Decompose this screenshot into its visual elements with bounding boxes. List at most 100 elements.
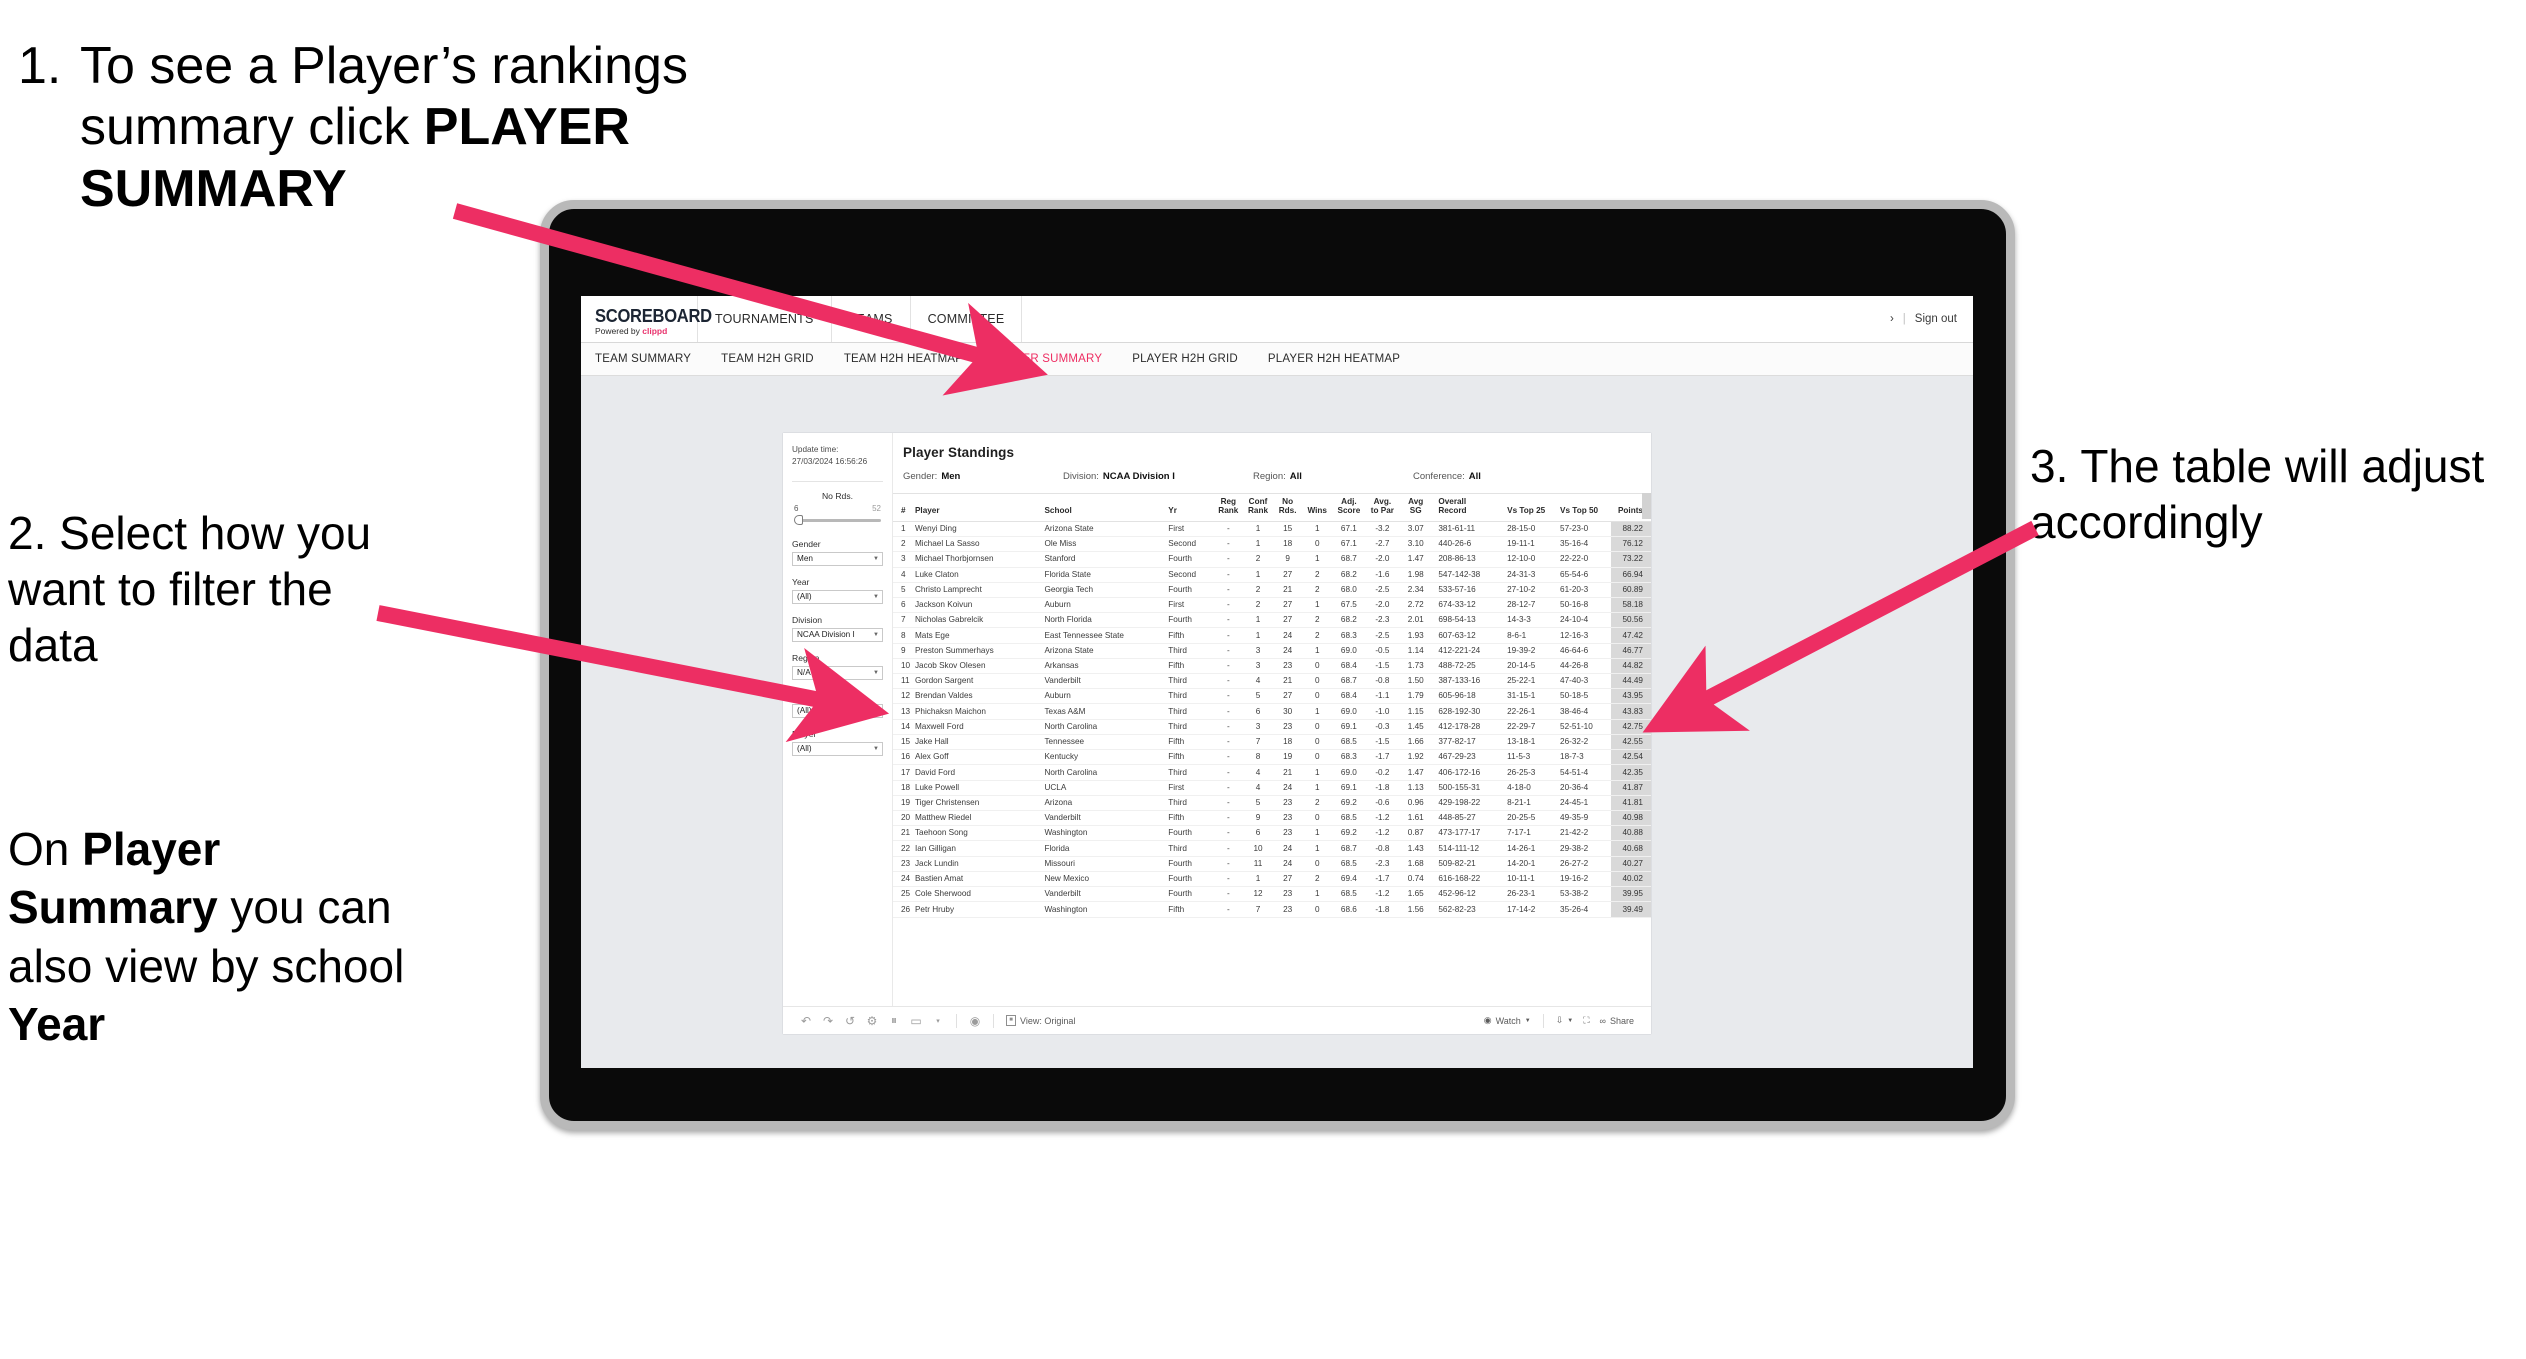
filter-region-select[interactable]: N/A ▼ bbox=[792, 665, 883, 680]
table-row[interactable]: 19 Tiger Christensen Arizona Third -5 23 2 69.2… bbox=[893, 795, 1651, 812]
col-header-avg_to_par[interactable]: Avg. to Par bbox=[1365, 493, 1400, 522]
col-header-player[interactable]: Player bbox=[912, 493, 1043, 522]
cell-vs_top25: 4-18-0 bbox=[1505, 780, 1559, 796]
table-row[interactable]: 1 Wenyi Ding Arizona State First -1 15 1 67.1 -3… bbox=[893, 521, 1651, 538]
table-row[interactable]: 10 Jacob Skov Olesen Arkansas Fifth -3 23 0 68.… bbox=[893, 658, 1651, 675]
cell-player: Michael La Sasso bbox=[912, 536, 1043, 553]
cell-wins: 2 bbox=[1302, 627, 1333, 644]
col-header-adj_score[interactable]: Adj. Score bbox=[1332, 493, 1366, 522]
table-row[interactable]: 3 Michael Thorbjornsen Stanford Fourth -2 9 1 6… bbox=[893, 551, 1651, 568]
table-row[interactable]: 13 Phichaksn Maichon Texas A&M Third -6 30 1 69… bbox=[893, 703, 1651, 720]
filter-player-select[interactable]: (All) ▼ bbox=[792, 741, 883, 756]
show-hide-cards-icon[interactable]: ◉ bbox=[964, 1014, 986, 1028]
table-row[interactable]: 23 Jack Lundin Missouri Fourth -11 24 0 68.5 -2.… bbox=[893, 856, 1651, 872]
table-scrollbar[interactable] bbox=[1642, 493, 1651, 519]
table-row[interactable]: 25 Cole Sherwood Vanderbilt Fourth -12 23 1 68.… bbox=[893, 886, 1651, 903]
tab-player-h2h-heatmap[interactable]: PLAYER H2H HEATMAP bbox=[1253, 353, 1415, 365]
cell-conf_rank: 6 bbox=[1243, 703, 1273, 720]
tab-team-h2h-heatmap[interactable]: TEAM H2H HEATMAP bbox=[829, 353, 978, 365]
cell-wins: 2 bbox=[1302, 567, 1333, 583]
table-row[interactable]: 18 Luke Powell UCLA First -4 24 1 69.1 -1.8 1.13 5… bbox=[893, 780, 1651, 796]
col-header-no_rds[interactable]: No Rds. bbox=[1272, 493, 1303, 522]
cell-avg_to_par: -1.1 bbox=[1365, 688, 1400, 705]
cell-player: Brendan Valdes bbox=[912, 688, 1043, 705]
cell-vs_top25: 17-14-2 bbox=[1505, 901, 1559, 918]
table-row[interactable]: 22 Ian Gilligan Florida Third -10 24 1 68.7 -0.8… bbox=[893, 840, 1651, 857]
table-row[interactable]: 14 Maxwell Ford North Carolina Third -3 23 0 69… bbox=[893, 719, 1651, 735]
download-button[interactable]: ⇩ ▼ bbox=[1551, 1015, 1579, 1026]
cell-player: Mats Ege bbox=[912, 627, 1043, 644]
table-row[interactable]: 12 Brendan Valdes Auburn Third -5 27 0 68.4 -1.1… bbox=[893, 688, 1651, 705]
col-header-avg_sg[interactable]: Avg SG bbox=[1399, 493, 1433, 522]
table-row[interactable]: 24 Bastien Amat New Mexico Fourth -1 27 2 69.4-… bbox=[893, 871, 1651, 888]
watch-button[interactable]: ◉ Watch ▼ bbox=[1479, 1015, 1536, 1026]
col-header-vs_top25[interactable]: Vs Top 25 bbox=[1505, 493, 1559, 522]
cell-vs_top25: 8-21-1 bbox=[1505, 795, 1559, 812]
filter-gender-select[interactable]: Men ▼ bbox=[792, 551, 883, 566]
undo-icon[interactable]: ↶ bbox=[795, 1014, 817, 1028]
table-row[interactable]: 21 Taehoon Song Washington Fourth -6 23 1 69.2-… bbox=[893, 825, 1651, 842]
cell-school: Kentucky bbox=[1042, 749, 1167, 766]
cell-reg_rank: - bbox=[1213, 612, 1244, 629]
table-row[interactable]: 17 David Ford North Carolina Third -4 21 1 69.0… bbox=[893, 764, 1651, 781]
slider-max-label: 52 bbox=[872, 503, 881, 513]
table-row[interactable]: 26 Petr Hruby Washington Fifth -7 23 0 68.6 -1.8… bbox=[893, 901, 1651, 918]
slider-handle[interactable] bbox=[794, 514, 803, 525]
rectangle-select-icon[interactable]: ▭ bbox=[905, 1014, 927, 1028]
cell-avg_sg: 1.65 bbox=[1399, 886, 1433, 903]
sign-out-link[interactable]: Sign out bbox=[1915, 313, 1957, 325]
table-row[interactable]: 20 Matthew Riedel Vanderbilt Fifth -9 23 0 68.5… bbox=[893, 810, 1651, 827]
fullscreen-button[interactable]: ⛶ bbox=[1578, 1015, 1594, 1026]
cell-school: Washington bbox=[1042, 825, 1167, 842]
col-header-rank[interactable]: # bbox=[893, 493, 913, 522]
cell-wins: 0 bbox=[1302, 810, 1333, 827]
brand-tagline-pre: Powered by bbox=[595, 326, 643, 337]
tab-player-summary[interactable]: PLAYER SUMMARY bbox=[978, 353, 1117, 365]
top-nav-tournaments[interactable]: TOURNAMENTS bbox=[698, 296, 832, 342]
table-row[interactable]: 8 Mats Ege East Tennessee State Fifth -1 24 2 6… bbox=[893, 627, 1651, 644]
cell-avg_to_par: -1.6 bbox=[1365, 567, 1400, 583]
tab-player-h2h-grid[interactable]: PLAYER H2H GRID bbox=[1117, 353, 1253, 365]
table-row[interactable]: 4 Luke Claton Florida State Second -1 27 2 68.2… bbox=[893, 567, 1651, 583]
col-header-vs_top50[interactable]: Vs Top 50 bbox=[1558, 493, 1612, 522]
tab-team-summary[interactable]: TEAM SUMMARY bbox=[595, 353, 706, 365]
top-nav-committee[interactable]: COMMITTEE bbox=[911, 296, 1023, 342]
col-header-school[interactable]: School bbox=[1042, 493, 1167, 522]
filter-conference-select[interactable]: (All) ▼ bbox=[792, 703, 883, 718]
select-dropdown-icon[interactable]: ▾ bbox=[927, 1017, 949, 1025]
col-header-conf_rank[interactable]: Conf Rank bbox=[1243, 493, 1273, 522]
table-row[interactable]: 11 Gordon Sargent Vanderbilt Third -4 21 0 68.7… bbox=[893, 673, 1651, 690]
table-row[interactable]: 9 Preston Summerhays Arizona State Third -3 2… bbox=[893, 643, 1651, 659]
top-nav-teams[interactable]: TEAMS bbox=[832, 296, 911, 342]
col-header-overall_record[interactable]: Overall Record bbox=[1432, 493, 1506, 522]
filter-year-select[interactable]: (All) ▼ bbox=[792, 589, 883, 604]
share-button[interactable]: ∞ Share bbox=[1595, 1016, 1639, 1026]
cell-avg_to_par: -2.5 bbox=[1365, 627, 1400, 644]
cell-player: Alex Goff bbox=[912, 749, 1043, 766]
col-header-reg_rank[interactable]: Reg Rank bbox=[1213, 493, 1244, 522]
table-row[interactable]: 15 Jake Hall Tennessee Fifth -7 18 0 68.5 -1.5 1.… bbox=[893, 734, 1651, 751]
table-row[interactable]: 2 Michael La Sasso Ole Miss Second -1 18 0 67.1… bbox=[893, 536, 1651, 553]
col-header-yr[interactable]: Yr bbox=[1166, 493, 1214, 522]
cell-avg_sg: 1.50 bbox=[1399, 673, 1433, 690]
summary-division-value: NCAA Division I bbox=[1102, 471, 1175, 482]
table-row[interactable]: 16 Alex Goff Kentucky Fifth -8 19 0 68.3 -1.7 1.9… bbox=[893, 749, 1651, 766]
pause-updates-icon[interactable]: ⏸ bbox=[883, 1013, 905, 1028]
filter-division-select[interactable]: NCAA Division I ▼ bbox=[792, 627, 883, 642]
table-row[interactable]: 7 Nicholas Gabrelcik North Florida Fourth -1… bbox=[893, 612, 1651, 629]
tab-team-h2h-grid[interactable]: TEAM H2H GRID bbox=[706, 353, 829, 365]
cell-conf_rank: 4 bbox=[1243, 673, 1273, 690]
user-menu-glyph[interactable]: › bbox=[1890, 313, 1894, 325]
no-rds-slider[interactable] bbox=[792, 514, 883, 525]
cell-player: Taehoon Song bbox=[912, 825, 1043, 842]
cell-school: Washington bbox=[1042, 901, 1167, 918]
cell-conf_rank: 12 bbox=[1243, 886, 1273, 903]
cell-avg_sg: 1.45 bbox=[1399, 719, 1433, 735]
table-row[interactable]: 6 Jackson Koivun Auburn First -2 27 1 67.5 -2.0 2… bbox=[893, 597, 1651, 614]
col-header-wins[interactable]: Wins bbox=[1302, 493, 1333, 522]
table-row[interactable]: 5 Christo Lamprecht Georgia Tech Fourth -2 21… bbox=[893, 582, 1651, 598]
redo-icon[interactable]: ↷ bbox=[817, 1014, 839, 1028]
refresh-data-icon[interactable]: ⚙ bbox=[861, 1014, 883, 1028]
view-original-button[interactable]: ■ View: Original bbox=[1001, 1015, 1080, 1026]
revert-icon[interactable]: ↺ bbox=[839, 1014, 861, 1028]
